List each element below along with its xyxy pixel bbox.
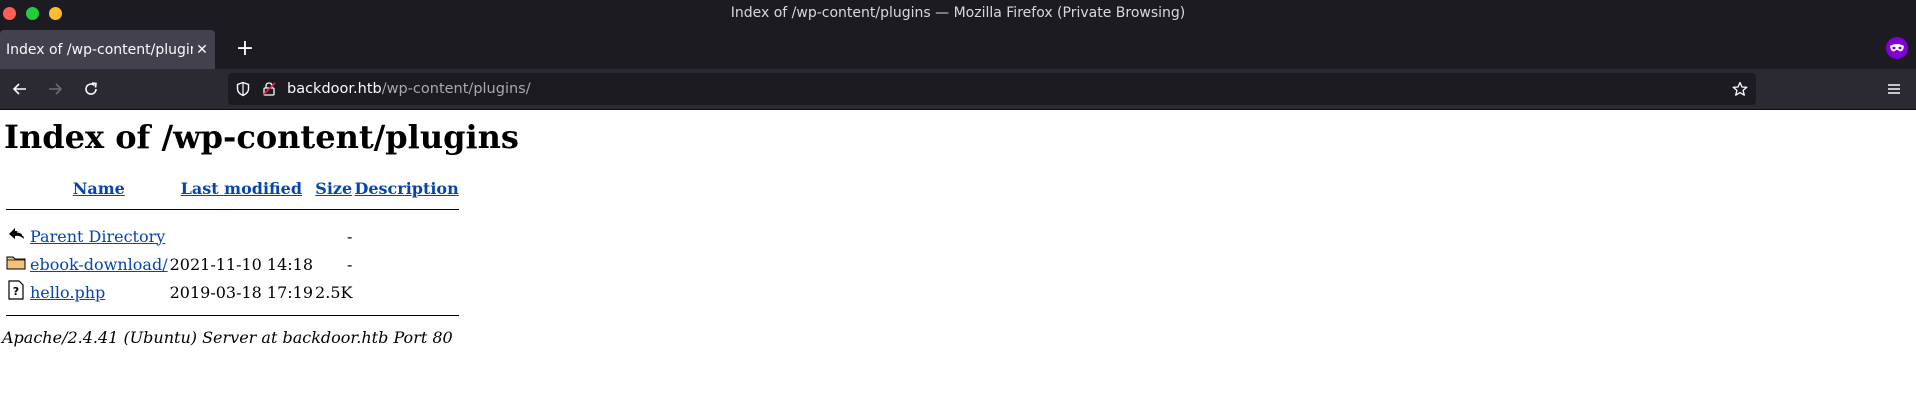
unknown-file-icon: ?	[6, 279, 28, 305]
private-browsing-icon	[1886, 37, 1908, 63]
window-title: Index of /wp-content/plugins — Mozilla F…	[730, 5, 1186, 21]
ebook-download-link[interactable]: ebook-download/	[30, 255, 168, 274]
url-host: backdoor.htb	[287, 81, 382, 97]
app-menu-button[interactable]	[1880, 75, 1908, 103]
footer-divider	[6, 307, 459, 317]
forward-button[interactable]	[41, 75, 69, 103]
tab-bar: Index of /wp-content/plugins ✕ +	[0, 27, 1916, 69]
description-cell	[354, 279, 458, 305]
page-content: Index of /wp-content/plugins Name Last m…	[0, 110, 1916, 347]
new-tab-button[interactable]: +	[230, 35, 260, 65]
modified-cell: 2021-11-10 14:18	[169, 254, 314, 274]
size-cell: -	[347, 226, 353, 246]
name-cell: ebook-download/	[30, 251, 168, 277]
bookmark-star-icon[interactable]	[1732, 81, 1748, 97]
size-column-header: Size	[315, 178, 352, 199]
hello-php-link[interactable]: hello.php	[30, 283, 105, 302]
size-cell: 2.5K	[315, 282, 353, 302]
modified-cell	[170, 223, 313, 249]
url-text[interactable]: backdoor.htb/wp-content/plugins/	[287, 81, 531, 97]
name-column-header: Name	[30, 178, 168, 199]
icon-column-header	[6, 178, 28, 199]
sort-by-description-link[interactable]: Description	[354, 179, 458, 198]
url-bar[interactable]: backdoor.htb/wp-content/plugins/	[228, 73, 1756, 105]
nav-toolbar: backdoor.htb/wp-content/plugins/	[0, 69, 1916, 109]
lock-warning-icon[interactable]	[261, 81, 277, 97]
server-signature: Apache/2.4.41 (Ubuntu) Server at backdoo…	[2, 328, 453, 347]
size-cell: -	[347, 254, 353, 274]
tab-active[interactable]: Index of /wp-content/plugins ✕	[0, 30, 215, 69]
sort-by-name-link[interactable]: Name	[73, 179, 125, 198]
header-divider	[6, 201, 459, 221]
shield-icon[interactable]	[235, 81, 251, 97]
description-cell	[354, 223, 458, 249]
modified-cell: 2019-03-18 17:19	[169, 282, 314, 302]
table-row: Parent Directory -	[6, 223, 459, 249]
arrow-left-icon	[12, 83, 26, 95]
window-titlebar: Index of /wp-content/plugins — Mozilla F…	[0, 0, 1916, 27]
directory-listing-table: Name Last modified Size Description Pare…	[4, 176, 461, 319]
name-cell: Parent Directory	[30, 223, 168, 249]
table-header-row: Name Last modified Size Description	[6, 178, 459, 199]
sort-by-modified-link[interactable]: Last modified	[181, 179, 302, 198]
parent-directory-link[interactable]: Parent Directory	[30, 227, 165, 246]
reload-icon	[85, 82, 97, 95]
name-cell: hello.php	[30, 279, 168, 305]
tab-title: Index of /wp-content/plugins	[6, 41, 193, 58]
svg-text:?: ?	[13, 285, 19, 298]
hamburger-menu-icon	[1888, 84, 1900, 94]
url-path: /wp-content/plugins/	[381, 81, 531, 97]
description-column-header: Description	[354, 178, 458, 199]
page-title: Index of /wp-content/plugins	[4, 118, 519, 156]
folder-icon	[6, 251, 28, 277]
reload-button[interactable]	[77, 75, 105, 103]
description-cell	[354, 251, 458, 277]
close-tab-icon[interactable]: ✕	[193, 42, 211, 58]
arrow-right-icon	[49, 83, 63, 95]
back-icon	[6, 223, 28, 249]
sort-by-size-link[interactable]: Size	[315, 179, 352, 198]
last-modified-column-header: Last modified	[170, 178, 313, 199]
table-row: ebook-download/ 2021-11-10 14:18 -	[6, 251, 459, 277]
back-button[interactable]	[6, 75, 34, 103]
table-row: ? hello.php 2019-03-18 17:19 2.5K	[6, 279, 459, 305]
